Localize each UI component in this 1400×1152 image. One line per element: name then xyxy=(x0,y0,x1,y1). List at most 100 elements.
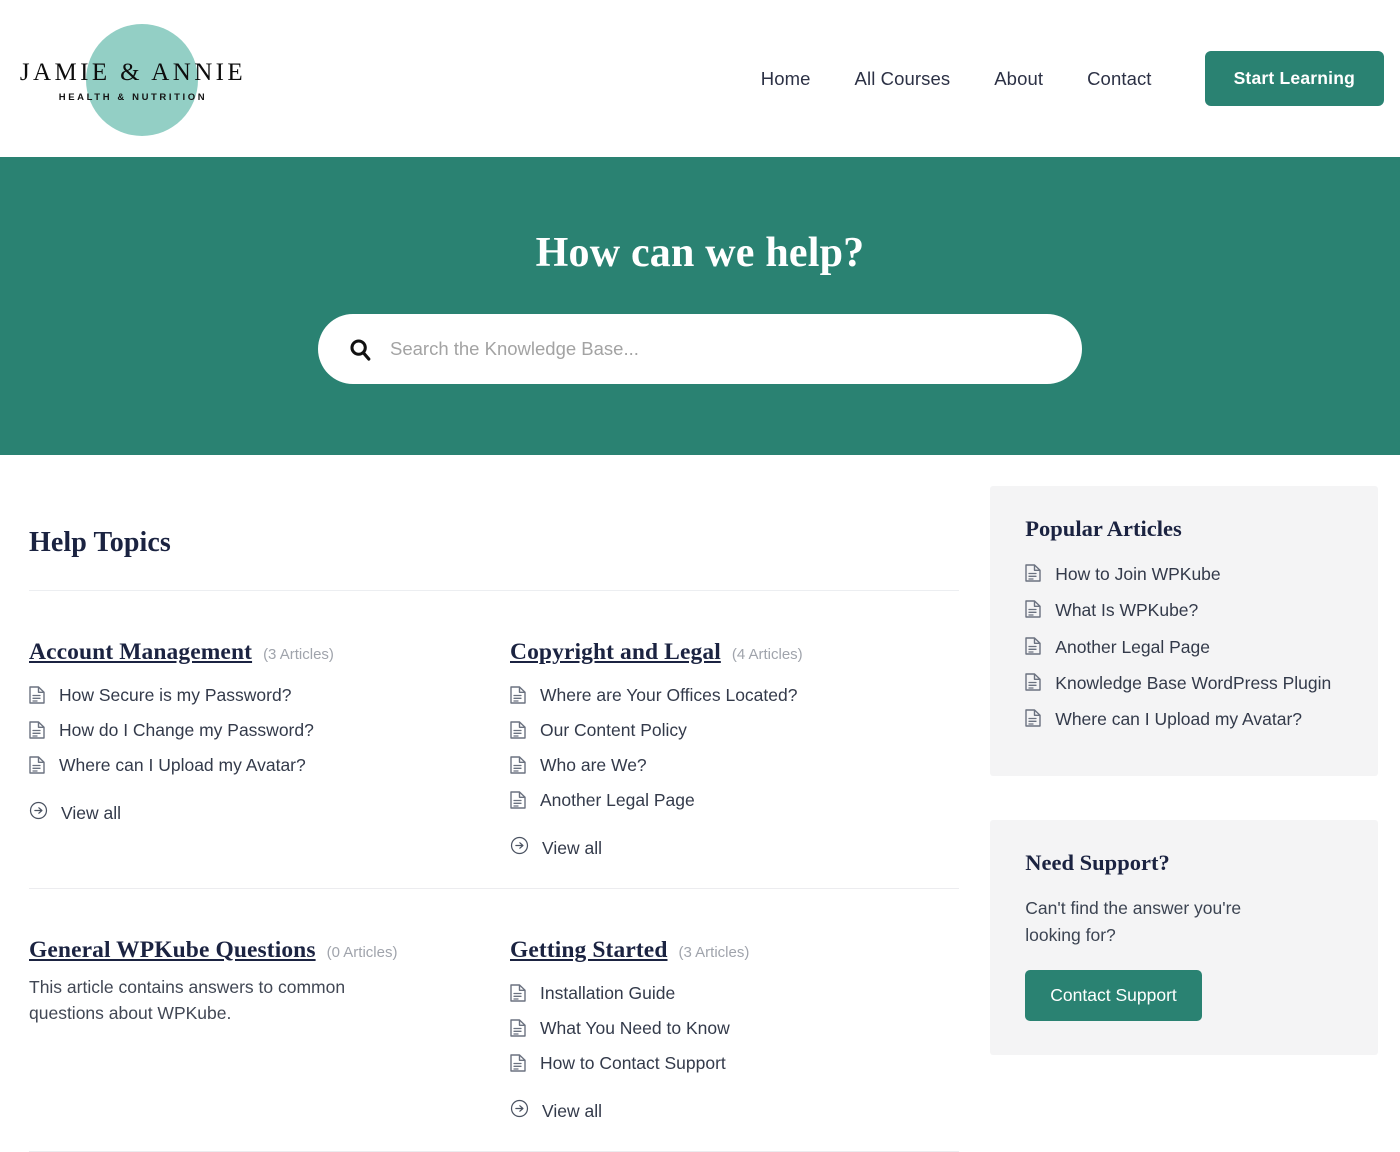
list-item[interactable]: Who are We? xyxy=(510,753,959,779)
topic-header: Copyright and Legal (4 Articles) xyxy=(510,639,959,666)
list-item[interactable]: How Secure is my Password? xyxy=(29,683,470,709)
list-item[interactable]: Our Content Policy xyxy=(510,718,959,744)
document-icon xyxy=(510,791,526,814)
document-icon xyxy=(510,984,526,1007)
topic-title[interactable]: Getting Started xyxy=(510,937,668,964)
article-title: Where can I Upload my Avatar? xyxy=(59,755,306,775)
topic-article-count: (4 Articles) xyxy=(731,646,803,663)
document-icon xyxy=(29,756,45,779)
need-support-panel: Need Support? Can't find the answer you'… xyxy=(990,820,1378,1055)
article-title: How Secure is my Password? xyxy=(59,685,292,705)
topic-title[interactable]: General WPKube Questions xyxy=(29,937,316,964)
article-title: Knowledge Base WordPress Plugin xyxy=(1055,672,1332,693)
document-icon xyxy=(1025,673,1041,696)
topic-header: General WPKube Questions (0 Articles) xyxy=(29,937,470,964)
article-title: What Is WPKube? xyxy=(1055,600,1199,621)
document-icon xyxy=(510,756,526,779)
start-learning-button[interactable]: Start Learning xyxy=(1204,51,1384,106)
topic-card-account-management: Account Management (3 Articles) How Secu… xyxy=(29,591,510,889)
search-input[interactable] xyxy=(390,338,1052,360)
list-item[interactable]: Where are Your Offices Located? xyxy=(510,683,959,709)
document-icon xyxy=(510,1019,526,1042)
arrow-circle-right-icon xyxy=(510,1099,529,1123)
view-all-link[interactable]: View all xyxy=(510,836,959,860)
topic-article-count: (0 Articles) xyxy=(326,944,398,961)
article-title: How to Join WPKube xyxy=(1055,564,1221,584)
topic-article-count: (3 Articles) xyxy=(263,646,334,663)
view-all-label: View all xyxy=(61,802,121,823)
document-icon xyxy=(510,721,526,744)
topic-title[interactable]: Account Management xyxy=(29,639,252,666)
article-title: What You Need to Know xyxy=(540,1018,730,1038)
nav-item-about[interactable]: About xyxy=(972,68,1065,90)
hero-search-banner: How can we help? xyxy=(0,157,1400,455)
list-item[interactable]: Where can I Upload my Avatar? xyxy=(1025,706,1350,732)
article-title: Our Content Policy xyxy=(540,720,687,740)
list-item[interactable]: What You Need to Know xyxy=(510,1016,959,1042)
document-icon xyxy=(29,686,45,709)
need-support-title: Need Support? xyxy=(1025,850,1170,876)
need-support-text: Can't find the answer you're looking for… xyxy=(1025,898,1242,945)
primary-navigation: Home All Courses About Contact Start Lea… xyxy=(739,51,1384,106)
document-icon xyxy=(1025,564,1041,587)
document-icon xyxy=(1025,636,1041,660)
list-item[interactable]: How do I Change my Password? xyxy=(29,718,470,744)
list-item[interactable]: Where can I Upload my Avatar? xyxy=(29,753,470,779)
article-list: Installation Guide What You Need to Know… xyxy=(510,981,959,1077)
topic-header: Getting Started (3 Articles) xyxy=(510,937,959,964)
view-all-label: View all xyxy=(542,837,602,858)
document-icon xyxy=(29,721,45,744)
article-title: Where can I Upload my Avatar? xyxy=(1055,709,1303,729)
list-item[interactable]: Knowledge Base WordPress Plugin xyxy=(1025,670,1350,696)
list-item[interactable]: Another Legal Page xyxy=(510,788,959,814)
popular-articles-list: How to Join WPKube What Is WPKube? Anoth… xyxy=(1025,561,1350,732)
topic-card-general-wpkube-questions: General WPKube Questions (0 Articles) Th… xyxy=(29,889,510,1152)
popular-articles-title: Popular Articles xyxy=(1025,516,1182,541)
logo-text: JAMIE & ANNIE HEALTH & NUTRITION xyxy=(18,60,248,103)
view-all-link[interactable]: View all xyxy=(29,801,470,825)
search-icon xyxy=(348,337,373,362)
site-logo[interactable]: JAMIE & ANNIE HEALTH & NUTRITION xyxy=(18,14,318,144)
topic-card-getting-started: Getting Started (3 Articles) Installatio… xyxy=(510,889,959,1152)
topic-grid: Account Management (3 Articles) How Secu… xyxy=(29,591,968,1152)
document-icon xyxy=(1025,709,1041,732)
nav-item-home[interactable]: Home xyxy=(739,68,833,90)
page-title: Help Topics xyxy=(29,527,171,558)
logo-title: JAMIE & ANNIE xyxy=(19,58,247,86)
arrow-circle-right-icon xyxy=(510,836,529,860)
arrow-circle-right-icon xyxy=(29,801,48,825)
nav-item-all-courses[interactable]: All Courses xyxy=(833,68,973,90)
document-icon xyxy=(510,686,526,709)
list-item[interactable]: Installation Guide xyxy=(510,981,959,1007)
contact-support-button[interactable]: Contact Support xyxy=(1025,969,1202,1021)
topic-card-copyright-and-legal: Copyright and Legal (4 Articles) Where a… xyxy=(510,591,959,889)
sidebar: Popular Articles How to Join WPKube What… xyxy=(990,455,1378,1152)
list-item[interactable]: What Is WPKube? xyxy=(1025,597,1350,623)
logo-subtitle: HEALTH & NUTRITION xyxy=(58,91,208,103)
help-topics-section: Help Topics Account Management (3 Articl… xyxy=(29,455,968,1152)
article-title: Where are Your Offices Located? xyxy=(540,685,798,705)
article-title: Installation Guide xyxy=(540,983,676,1003)
popular-articles-panel: Popular Articles How to Join WPKube What… xyxy=(990,486,1378,777)
document-icon xyxy=(1025,600,1041,623)
document-icon xyxy=(510,1054,526,1077)
list-item[interactable]: How to Join WPKube xyxy=(1025,561,1350,587)
article-title: Who are We? xyxy=(540,755,647,775)
list-item[interactable]: How to Contact Support xyxy=(510,1051,959,1077)
topic-description: This article contains answers to common … xyxy=(29,977,346,1024)
topic-article-count: (3 Articles) xyxy=(678,944,750,961)
hero-title: How can we help? xyxy=(535,230,865,276)
article-title: Another Legal Page xyxy=(540,790,695,810)
article-title: Another Legal Page xyxy=(1055,636,1211,657)
article-title: How do I Change my Password? xyxy=(59,720,314,740)
article-list: Where are Your Offices Located? Our Cont… xyxy=(510,683,959,814)
page-content: Help Topics Account Management (3 Articl… xyxy=(0,455,1400,1152)
nav-item-contact[interactable]: Contact xyxy=(1065,68,1173,90)
topic-header: Account Management (3 Articles) xyxy=(29,639,470,666)
list-item[interactable]: Another Legal Page xyxy=(1025,634,1350,660)
site-header: JAMIE & ANNIE HEALTH & NUTRITION Home Al… xyxy=(0,0,1400,157)
view-all-link[interactable]: View all xyxy=(510,1099,959,1123)
search-bar[interactable] xyxy=(318,314,1082,384)
view-all-label: View all xyxy=(542,1100,602,1121)
topic-title[interactable]: Copyright and Legal xyxy=(510,639,721,666)
